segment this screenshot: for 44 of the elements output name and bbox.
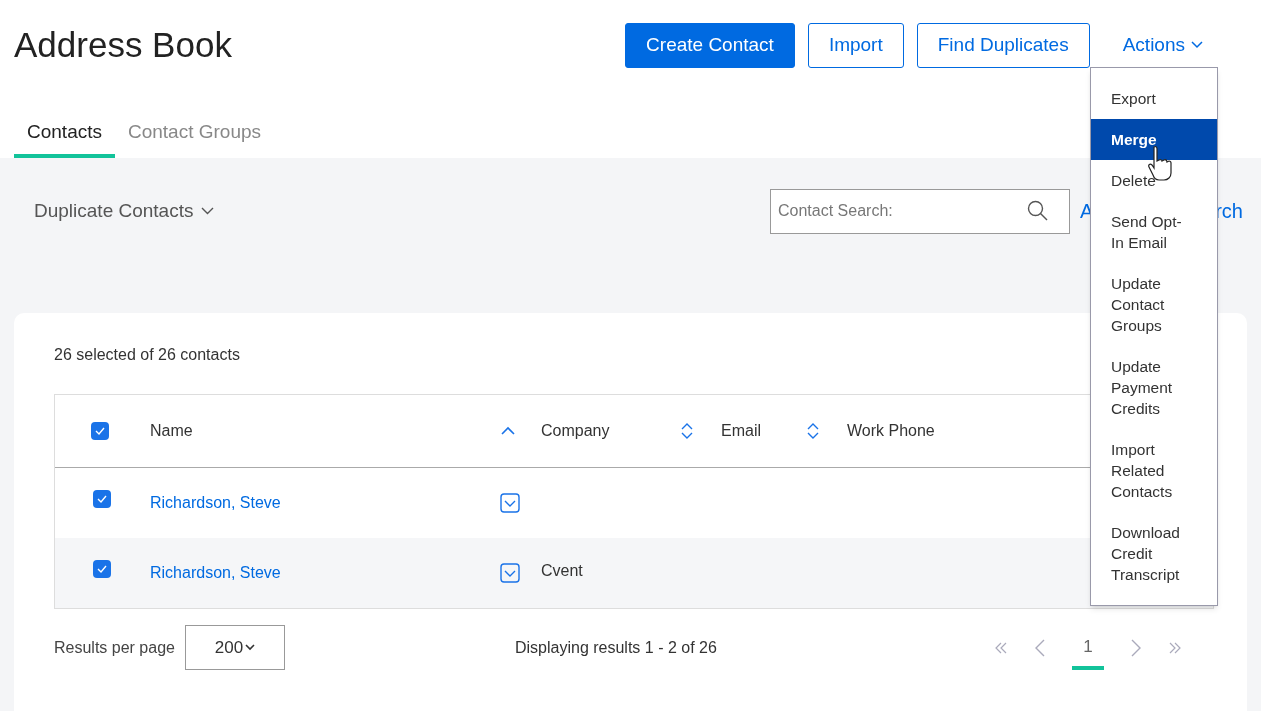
filter-dropdown[interactable]: Duplicate Contacts <box>34 196 770 226</box>
menu-item[interactable]: Delete <box>1091 160 1217 201</box>
caret-icon <box>245 644 256 651</box>
first-page-icon[interactable] <box>994 640 1008 655</box>
menu-item[interactable]: Update Payment Credits <box>1091 346 1217 429</box>
next-page-icon[interactable] <box>1130 637 1142 658</box>
caret-icon <box>201 207 215 215</box>
previous-page-icon[interactable] <box>1034 637 1046 658</box>
results-summary: Displaying results 1 - 2 of 26 <box>514 637 718 658</box>
menu-item[interactable]: Import Related Contacts <box>1091 429 1217 512</box>
tab[interactable]: Contact Groups <box>115 110 275 158</box>
search-field[interactable]: Contact Search: <box>770 188 1070 234</box>
menu-item[interactable]: Send Opt- In Email <box>1091 201 1217 263</box>
expand-icon[interactable] <box>500 493 520 513</box>
column-header: Name <box>150 421 193 441</box>
last-page-icon[interactable] <box>1168 640 1182 655</box>
header-button[interactable]: Create Contact <box>625 22 795 68</box>
table-cell-text: Cvent <box>541 561 583 581</box>
caret-icon <box>1191 41 1203 49</box>
contact-name-link[interactable]: Richardson, Steve <box>150 561 500 585</box>
column-header: Work Phone <box>847 421 935 441</box>
per-page-select[interactable]: 200 <box>184 625 285 670</box>
header-button[interactable]: Import <box>807 22 904 68</box>
checkbox[interactable] <box>91 422 109 440</box>
menu-item[interactable]: Download Credit Transcript <box>1091 512 1217 595</box>
column-header: Email <box>721 421 761 441</box>
results-per-page-label: Results per page <box>54 637 175 658</box>
sort-ascending-icon[interactable] <box>500 426 516 436</box>
expand-icon[interactable] <box>500 563 520 583</box>
menu-item[interactable]: Export <box>1091 78 1217 119</box>
menu-item[interactable]: Update Contact Groups <box>1091 263 1217 346</box>
page-number[interactable]: 1 <box>1072 625 1104 670</box>
sort-icon[interactable] <box>806 422 820 440</box>
header-button[interactable]: Find Duplicates <box>916 22 1090 68</box>
checkbox[interactable] <box>93 560 111 578</box>
actions-dropdown[interactable]: Actions <box>1122 30 1203 60</box>
checkbox[interactable] <box>93 490 111 508</box>
menu-item[interactable]: Merge <box>1091 119 1217 160</box>
sort-icon[interactable] <box>680 422 694 440</box>
column-header: Company <box>541 421 610 441</box>
page-title: Address Book <box>14 23 233 66</box>
selection-summary: 26 selected of 26 contacts <box>54 345 241 363</box>
contact-name-link[interactable]: Richardson, Steve <box>150 491 500 515</box>
search-icon[interactable] <box>1026 198 1050 223</box>
